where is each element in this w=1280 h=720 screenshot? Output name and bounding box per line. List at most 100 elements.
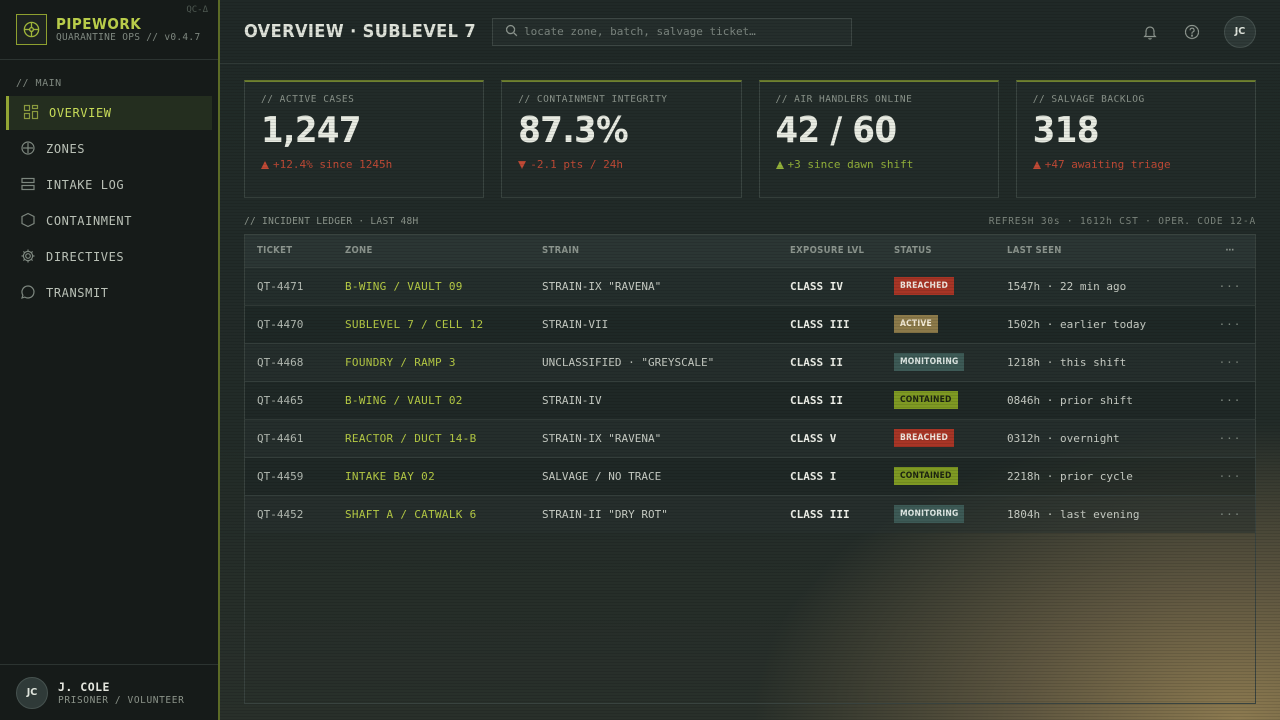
column-header-status[interactable]: STATUS (882, 235, 995, 267)
strain-name: UNCLASSIFIED · "GREYSCALE" (542, 355, 715, 369)
strain-name: STRAIN-II "DRY ROT" (542, 507, 668, 521)
ticket-id[interactable]: QT-4470 (245, 305, 333, 343)
row-more-button[interactable]: ··· (1205, 267, 1255, 305)
sidebar-item-overview[interactable]: OVERVIEW (6, 96, 212, 130)
kpi-delta: +47 awaiting triage (1032, 158, 1239, 171)
kpi-delta: +12.4% since 1245h (261, 158, 467, 171)
table-row[interactable]: QT-4452 SHAFT A / CATWALK 6 STRAIN-II "D… (245, 495, 1255, 533)
ticket-id[interactable]: QT-4471 (245, 267, 333, 305)
sidebar-item-zones[interactable]: ZONES (0, 132, 218, 166)
table-row[interactable]: QT-4461 REACTOR / DUCT 14-B STRAIN-IX "R… (245, 419, 1255, 457)
row-more-button[interactable]: ··· (1205, 381, 1255, 419)
hexagon-icon (20, 212, 36, 231)
help-icon[interactable] (1182, 22, 1202, 42)
kpi-label: // SALVAGE BACKLOG (1032, 94, 1145, 105)
sidebar-item-label: ZONES (46, 142, 86, 156)
ticket-id[interactable]: QT-4468 (245, 343, 333, 381)
sidebar-item-label: INTAKE LOG (46, 178, 125, 192)
column-header-zone[interactable]: ZONE (333, 235, 530, 267)
strain-name: STRAIN-IX "RAVENA" (542, 431, 662, 445)
status-cell: BREACHED (882, 267, 995, 305)
row-more-button[interactable]: ··· (1205, 419, 1255, 457)
search-icon (505, 22, 518, 41)
status-badge: BREACHED (894, 277, 955, 295)
table-row[interactable]: QT-4465 B-WING / VAULT 02 STRAIN-IV CLAS… (245, 381, 1255, 419)
kpi-label: // ACTIVE CASES (261, 94, 355, 105)
row-more-button[interactable]: ··· (1205, 495, 1255, 533)
top-bar: OVERVIEW · SUBLEVEL 7 locate zone, batch… (220, 0, 1280, 64)
row-more-button[interactable]: ··· (1205, 343, 1255, 381)
kpi-delta-text: -2.1 pts / 24h (530, 158, 623, 171)
column-header-strain[interactable]: STRAIN (530, 235, 778, 267)
page-title: OVERVIEW · SUBLEVEL 7 (244, 21, 477, 42)
zone-link[interactable]: REACTOR / DUCT 14-B (333, 419, 530, 457)
kpi-card-air-handlers: // AIR HANDLERS ONLINE 42 / 60 +3 since … (758, 80, 999, 198)
brand-name: PIPEWORK (56, 15, 142, 33)
column-header-exposure[interactable]: EXPOSURE LVL (778, 235, 882, 267)
stack-icon (20, 176, 36, 195)
row-more-button[interactable]: ··· (1205, 457, 1255, 495)
ledger-header: // INCIDENT LEDGER · LAST 48H REFRESH 30… (220, 214, 1280, 228)
sidebar: PIPEWORK QUARANTINE OPS // v0.4.7 QC-Δ /… (0, 0, 220, 720)
strain-name: SALVAGE / NO TRACE (542, 469, 662, 483)
exposure-level: CLASS II (790, 355, 843, 369)
exposure-level: CLASS III (790, 317, 850, 331)
zone-link[interactable]: FOUNDRY / RAMP 3 (333, 343, 530, 381)
zone-link[interactable]: B-WING / VAULT 02 (333, 381, 530, 419)
search-input[interactable] (524, 25, 840, 38)
column-header-last-seen[interactable]: LAST SEEN (995, 235, 1205, 267)
last-seen: 1547h · 22 min ago (1007, 279, 1127, 293)
row-more-button[interactable]: ··· (1205, 305, 1255, 343)
zone-link[interactable]: SUBLEVEL 7 / CELL 12 (333, 305, 530, 343)
kpi-delta: +3 since dawn shift (775, 158, 982, 171)
brand-header: PIPEWORK QUARANTINE OPS // v0.4.7 QC-Δ (0, 0, 218, 60)
sidebar-item-directives[interactable]: DIRECTIVES (0, 240, 218, 274)
nav-section-label: // MAIN (16, 78, 62, 89)
zone-link[interactable]: SHAFT A / CATWALK 6 (333, 495, 530, 533)
kpi-value: 1,247 (261, 110, 361, 151)
sidebar-item-label: CONTAINMENT (46, 214, 133, 228)
sidebar-item-transmit[interactable]: TRANSMIT (0, 276, 218, 310)
table-row[interactable]: QT-4459 INTAKE BAY 02 SALVAGE / NO TRACE… (245, 457, 1255, 495)
ledger-meta: REFRESH 30s · 1612h CST · OPER. CODE 12-… (988, 215, 1256, 227)
sidebar-item-containment[interactable]: CONTAINMENT (0, 204, 218, 238)
trend-up-icon (775, 160, 784, 169)
zone-link[interactable]: INTAKE BAY 02 (333, 457, 530, 495)
sidebar-item-intake-log[interactable]: INTAKE LOG (0, 168, 218, 202)
last-seen: 1502h · earlier today (1007, 317, 1147, 331)
last-seen: 0846h · prior shift (1007, 393, 1133, 407)
last-seen: 0312h · overnight (1007, 431, 1120, 445)
sidebar-item-label: DIRECTIVES (46, 250, 125, 264)
sidebar-nav: OVERVIEW ZONES INTAKE LOG CONTAINMENT DI… (0, 96, 218, 310)
table-row[interactable]: QT-4470 SUBLEVEL 7 / CELL 12 STRAIN-VII … (245, 305, 1255, 343)
dashboard-icon (23, 104, 39, 123)
search-bar[interactable] (492, 17, 853, 46)
brand-subtitle: QUARANTINE OPS // v0.4.7 (56, 32, 201, 43)
sidebar-item-label: TRANSMIT (46, 286, 109, 300)
ticket-id[interactable]: QT-4461 (245, 419, 333, 457)
last-seen: 1804h · last evening (1007, 507, 1140, 521)
zone-link[interactable]: B-WING / VAULT 09 (333, 267, 530, 305)
user-profile[interactable]: JC J. COLE PRISONER / VOLUNTEER (0, 664, 218, 720)
header-avatar[interactable]: JC (1224, 15, 1256, 48)
main-content: OVERVIEW · SUBLEVEL 7 locate zone, batch… (220, 0, 1280, 720)
strain-name: STRAIN-VII (542, 317, 609, 331)
status-badge: MONITORING (894, 353, 965, 371)
column-header-actions[interactable]: ⋯ (1205, 235, 1255, 267)
chat-icon (20, 284, 36, 303)
avatar: JC (16, 676, 48, 709)
ticket-id[interactable]: QT-4459 (245, 457, 333, 495)
status-badge: CONTAINED (894, 391, 958, 409)
table-row[interactable]: QT-4468 FOUNDRY / RAMP 3 UNCLASSIFIED · … (245, 343, 1255, 381)
ticket-id[interactable]: QT-4452 (245, 495, 333, 533)
bell-icon[interactable] (1140, 22, 1160, 42)
status-cell: CONTAINED (882, 457, 995, 495)
sidebar-item-label: OVERVIEW (49, 106, 112, 120)
column-header-ticket[interactable]: TICKET (245, 235, 333, 267)
kpi-delta-text: +12.4% since 1245h (273, 158, 393, 171)
user-role: PRISONER / VOLUNTEER (58, 694, 185, 706)
ticket-id[interactable]: QT-4465 (245, 381, 333, 419)
strain-name: STRAIN-IX "RAVENA" (542, 279, 662, 293)
status-cell: ACTIVE (882, 305, 995, 343)
table-row[interactable]: QT-4471 B-WING / VAULT 09 STRAIN-IX "RAV… (245, 267, 1255, 305)
